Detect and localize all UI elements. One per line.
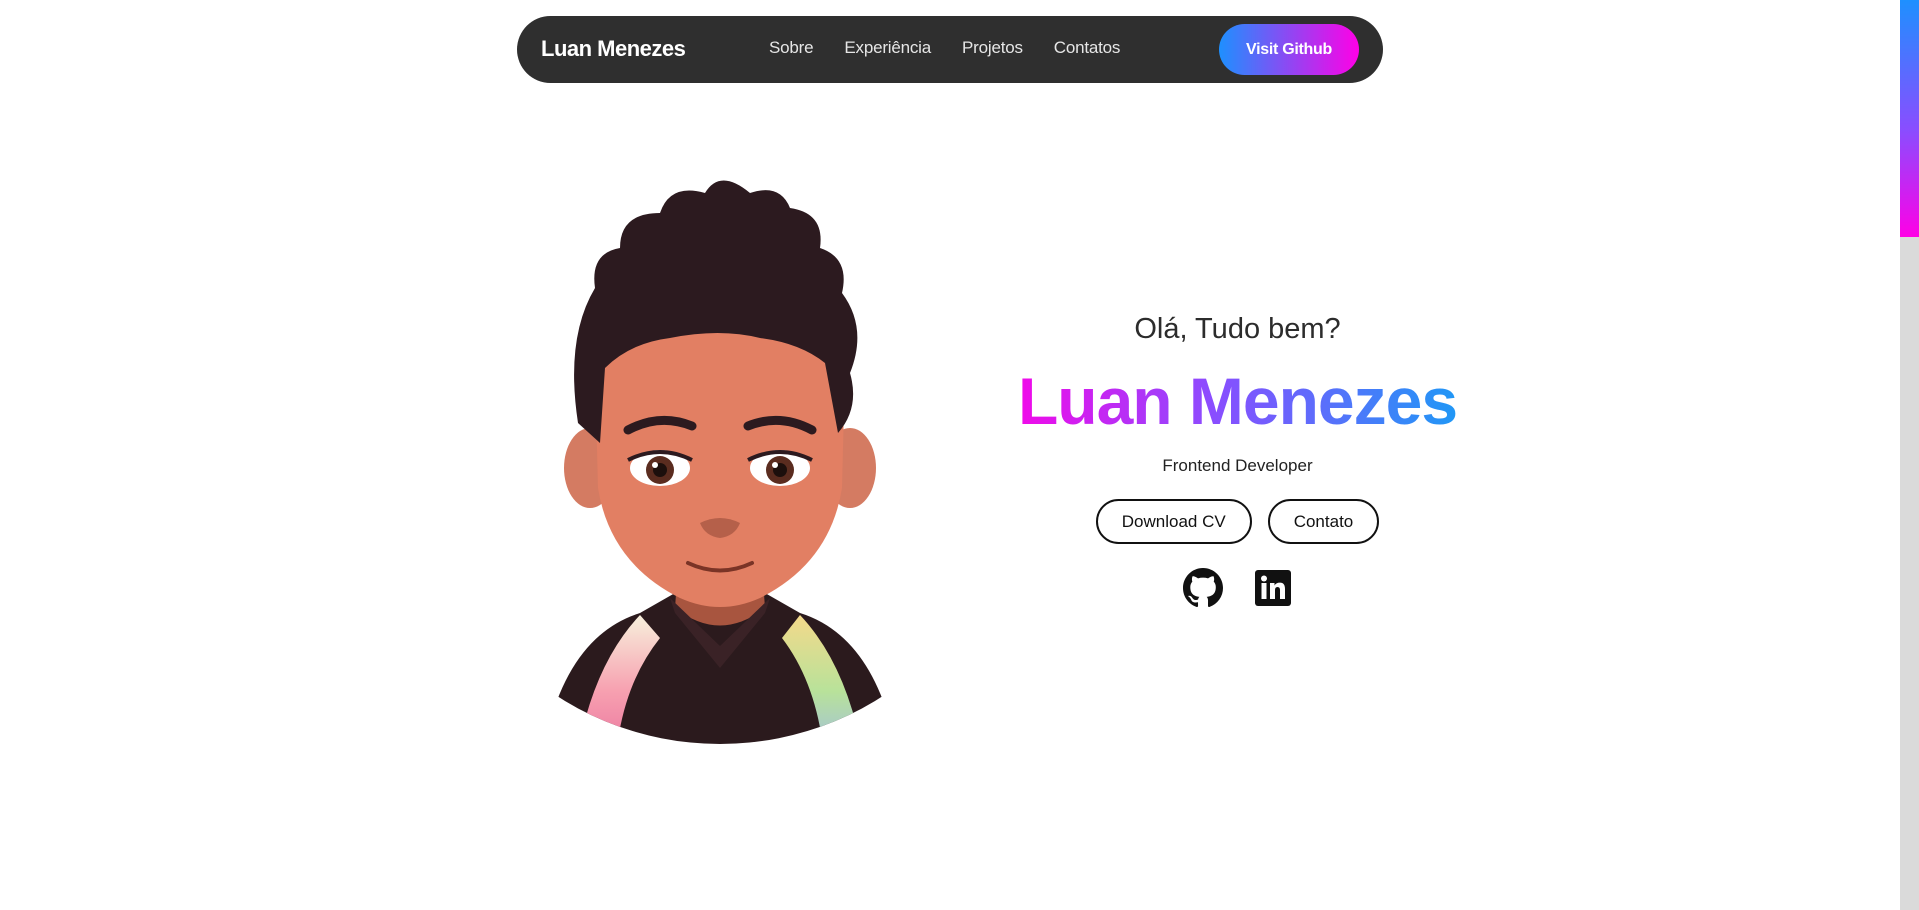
- nav-link-experiencia[interactable]: Experiência: [844, 38, 931, 58]
- hero-name: Luan Menezes: [990, 364, 1485, 438]
- navbar: Luan Menezes Sobre Experiência Projetos …: [517, 16, 1383, 83]
- page: Luan Menezes Sobre Experiência Projetos …: [0, 0, 1919, 910]
- download-cv-button[interactable]: Download CV: [1095, 499, 1252, 544]
- hero-section: Olá, Tudo bem? Luan Menezes Frontend Dev…: [990, 306, 1485, 608]
- linkedin-icon[interactable]: [1253, 568, 1293, 608]
- social-links: [990, 568, 1485, 608]
- nav-links: Sobre Experiência Projetos Contatos: [769, 38, 1151, 58]
- contact-button[interactable]: Contato: [1267, 499, 1380, 544]
- hero-actions: Download CV Contato: [990, 499, 1485, 544]
- nav-link-projetos[interactable]: Projetos: [962, 38, 1023, 58]
- avatar-illustration: [520, 168, 920, 744]
- nav-link-contatos[interactable]: Contatos: [1054, 38, 1121, 58]
- nav-link-sobre[interactable]: Sobre: [769, 38, 814, 58]
- scrollbar-thumb[interactable]: [1900, 0, 1919, 237]
- greeting-text: Olá, Tudo bem?: [1134, 313, 1341, 345]
- visit-github-button[interactable]: Visit Github: [1219, 24, 1359, 75]
- page-scrollbar[interactable]: [1900, 0, 1919, 910]
- github-icon[interactable]: [1182, 568, 1223, 608]
- role-text: Frontend Developer: [1162, 456, 1313, 475]
- brand-logo[interactable]: Luan Menezes: [541, 36, 686, 62]
